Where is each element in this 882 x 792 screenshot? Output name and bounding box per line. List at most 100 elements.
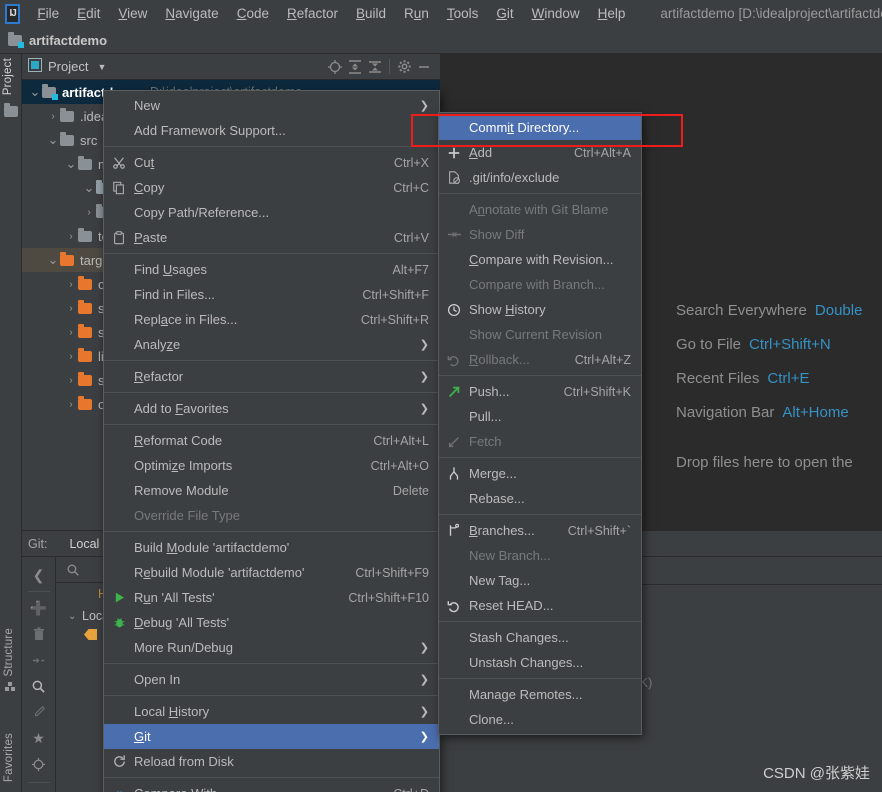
menubar-item-run[interactable]: Run: [395, 3, 438, 24]
locate-icon[interactable]: [325, 57, 345, 77]
chevron-down-icon[interactable]: ⌄: [46, 132, 60, 148]
menu-item-git-info-exclude[interactable]: .git/info/exclude: [439, 165, 641, 190]
chevron-right-icon[interactable]: ›: [82, 207, 96, 218]
menu-item-compare-with[interactable]: Compare With... Ctrl+D: [104, 781, 439, 792]
gear-icon[interactable]: [394, 57, 414, 77]
menu-item-refactor[interactable]: Refactor ❯: [104, 364, 439, 389]
menubar-item-window[interactable]: Window: [523, 3, 589, 24]
chevron-right-icon[interactable]: ›: [64, 303, 78, 314]
delete-icon[interactable]: [26, 621, 52, 647]
menu-item-more-run-debug[interactable]: More Run/Debug ❯: [104, 635, 439, 660]
menu-item-label: Merge...: [469, 466, 517, 481]
menubar-item-edit[interactable]: Edit: [68, 3, 109, 24]
menu-item-override-file-type: Override File Type: [104, 503, 439, 528]
chevron-right-icon[interactable]: ›: [46, 111, 60, 122]
menu-item-unstash-changes[interactable]: Unstash Changes...: [439, 650, 641, 675]
menu-item-add-to-favorites[interactable]: Add to Favorites ❯: [104, 396, 439, 421]
menubar-item-file[interactable]: File: [28, 3, 68, 24]
chevron-down-icon[interactable]: ⌄: [28, 84, 42, 100]
menu-item-merge[interactable]: Merge...: [439, 461, 641, 486]
menubar-item-navigate[interactable]: Navigate: [156, 3, 227, 24]
menubar-item-refactor[interactable]: Refactor: [278, 3, 347, 24]
menu-item-add-framework-support[interactable]: Add Framework Support...: [104, 118, 439, 143]
menu-item-copy-path-reference[interactable]: Copy Path/Reference...: [104, 200, 439, 225]
menu-item-new[interactable]: New ❯: [104, 93, 439, 118]
menu-item-manage-remotes[interactable]: Manage Remotes...: [439, 682, 641, 707]
menu-item-push[interactable]: Push... Ctrl+Shift+K: [439, 379, 641, 404]
chevron-down-icon[interactable]: ⌄: [82, 180, 96, 196]
menu-item-pull[interactable]: Pull...: [439, 404, 641, 429]
menu-item-new-branch: New Branch...: [439, 543, 641, 568]
hint-shortcut: Ctrl+E: [767, 370, 810, 387]
hide-panel-icon[interactable]: [414, 57, 434, 77]
add-icon[interactable]: ➕: [26, 595, 52, 621]
sidebar-item-project[interactable]: Project: [0, 54, 16, 99]
menu-item-reset-head[interactable]: Reset HEAD...: [439, 593, 641, 618]
collapse-icon[interactable]: ❮: [26, 562, 52, 588]
locate-icon[interactable]: [26, 751, 52, 777]
menubar-item-help[interactable]: Help: [589, 3, 635, 24]
collapse-all-icon[interactable]: [365, 57, 385, 77]
menu-item-stash-changes[interactable]: Stash Changes...: [439, 625, 641, 650]
menu-item-commit-directory[interactable]: Commit Directory...: [439, 115, 641, 140]
menu-item-local-history[interactable]: Local History ❯: [104, 699, 439, 724]
structure-strip-icon: [5, 681, 17, 696]
menu-item-label: Show History: [469, 302, 546, 317]
chevron-down-icon[interactable]: ▼: [97, 62, 106, 72]
menu-item-debug-all-tests[interactable]: Debug 'All Tests': [104, 610, 439, 635]
menu-item-label: Reformat Code: [134, 433, 223, 448]
menu-item-run-all-tests[interactable]: Run 'All Tests' Ctrl+Shift+F10: [104, 585, 439, 610]
chevron-right-icon: ❯: [419, 642, 429, 654]
menu-item-compare-with-revision[interactable]: Compare with Revision...: [439, 247, 641, 272]
chevron-down-icon[interactable]: ⌄: [46, 252, 60, 268]
edit-icon[interactable]: [26, 699, 52, 725]
search-icon[interactable]: [26, 673, 52, 699]
menu-item-paste[interactable]: Paste Ctrl+V: [104, 225, 439, 250]
menu-item-label: Run 'All Tests': [134, 590, 215, 605]
tree-node-label: src: [80, 132, 98, 148]
project-panel-header: Project ▼: [22, 54, 440, 80]
menu-item-branches[interactable]: Branches... Ctrl+Shift+`: [439, 518, 641, 543]
chevron-right-icon[interactable]: ›: [64, 375, 78, 386]
menu-item-rebase[interactable]: Rebase...: [439, 486, 641, 511]
menu-item-rebuild-module-artifactdemo[interactable]: Rebuild Module 'artifactdemo' Ctrl+Shift+…: [104, 560, 439, 585]
menu-item-optimize-imports[interactable]: Optimize Imports Ctrl+Alt+O: [104, 453, 439, 478]
menubar-item-build[interactable]: Build: [347, 3, 395, 24]
menu-item-open-in[interactable]: Open In ❯: [104, 667, 439, 692]
menu-item-analyze[interactable]: Analyze ❯: [104, 332, 439, 357]
menu-item-git[interactable]: Git ❯: [104, 724, 439, 749]
app-logo-icon: IJ: [5, 3, 21, 24]
project-context-menu[interactable]: New ❯ Add Framework Support... Cut Ctrl+X Cop…: [103, 90, 440, 792]
chevron-right-icon[interactable]: ›: [64, 399, 78, 410]
menu-item-remove-module[interactable]: Remove Module Delete: [104, 478, 439, 503]
menu-item-find-usages[interactable]: Find Usages Alt+F7: [104, 257, 439, 282]
menubar-item-tools[interactable]: Tools: [438, 3, 488, 24]
menu-item-copy[interactable]: Copy Ctrl+C: [104, 175, 439, 200]
menubar-item-code[interactable]: Code: [228, 3, 278, 24]
folder-icon: [78, 275, 92, 290]
sidebar-item-structure[interactable]: Structure: [1, 624, 17, 680]
menu-item-clone[interactable]: Clone...: [439, 707, 641, 732]
menu-item-find-in-files[interactable]: Find in Files... Ctrl+Shift+F: [104, 282, 439, 307]
chevron-down-icon[interactable]: ⌄: [64, 156, 78, 172]
menubar-item-view[interactable]: View: [109, 3, 156, 24]
menubar-item-git[interactable]: Git: [487, 3, 522, 24]
star-icon[interactable]: ★: [26, 725, 52, 751]
git-submenu[interactable]: Commit Directory... Add Ctrl+Alt+A .git/inf…: [438, 112, 642, 735]
chevron-right-icon[interactable]: ›: [64, 351, 78, 362]
menu-item-reformat-code[interactable]: Reformat Code Ctrl+Alt+L: [104, 428, 439, 453]
menu-item-reload-from-disk[interactable]: Reload from Disk: [104, 749, 439, 774]
menu-item-add[interactable]: Add Ctrl+Alt+A: [439, 140, 641, 165]
expand-all-icon[interactable]: [345, 57, 365, 77]
menu-item-label: New Branch...: [469, 548, 551, 563]
menu-item-show-history[interactable]: Show History: [439, 297, 641, 322]
chevron-right-icon[interactable]: ›: [64, 327, 78, 338]
menu-item-build-module-artifactdemo[interactable]: Build Module 'artifactdemo': [104, 535, 439, 560]
chevron-right-icon[interactable]: ›: [64, 279, 78, 290]
sidebar-item-favorites[interactable]: Favorites: [1, 729, 17, 786]
collapse-all-icon[interactable]: [26, 647, 52, 673]
menu-item-new-tag[interactable]: New Tag...: [439, 568, 641, 593]
chevron-right-icon[interactable]: ›: [64, 231, 78, 242]
menu-item-cut[interactable]: Cut Ctrl+X: [104, 150, 439, 175]
menu-item-replace-in-files[interactable]: Replace in Files... Ctrl+Shift+R: [104, 307, 439, 332]
